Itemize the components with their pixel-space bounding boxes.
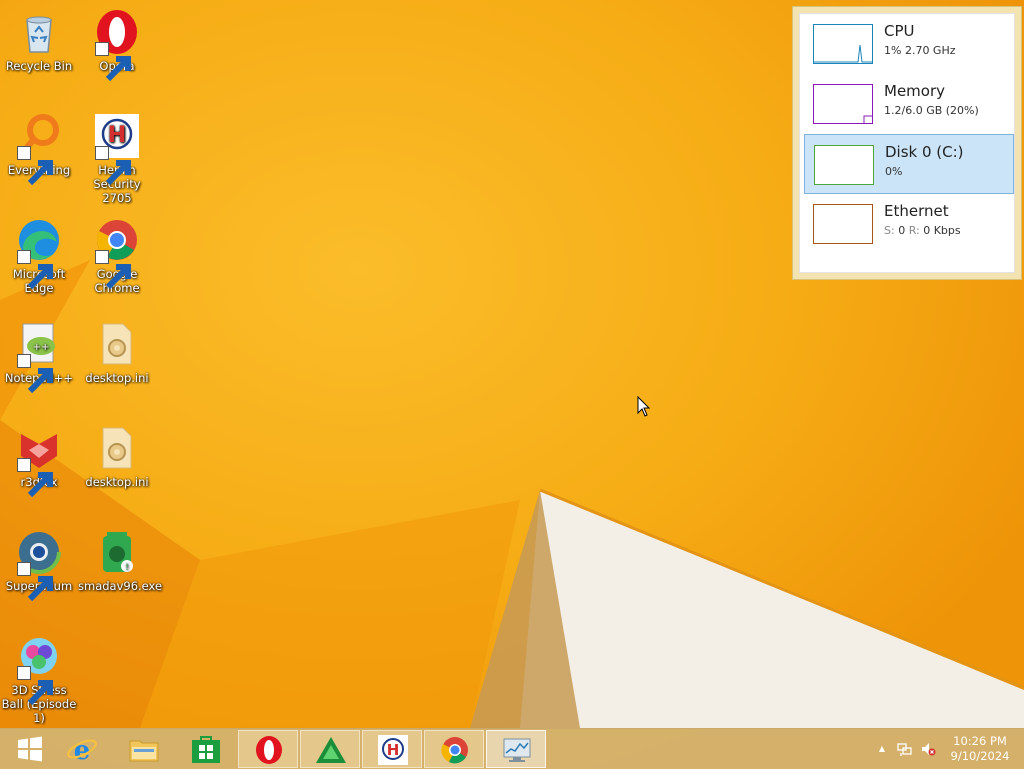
shortcut-arrow-icon [17,458,53,498]
desktop-icon-label: Recycle Bin [5,59,73,73]
disk-graph [814,145,874,185]
opera-icon [256,736,282,764]
desktop-icon-r3dfox[interactable]: r3dfox [0,424,78,498]
desktop-icon-google-chrome[interactable]: Google Chrome [78,216,156,295]
performance-list: CPU 1% 2.70 GHz Memory 1.2/6.0 GB (20%) … [799,13,1015,273]
ethernet-graph [813,204,873,244]
desktop-icon-desktop-ini-2[interactable]: desktop.ini [78,424,156,489]
cpu-graph [813,24,873,64]
taskbar-smadav[interactable] [300,730,360,768]
start-button[interactable] [0,730,60,768]
send-value: 0 [898,224,906,237]
clock-time: 10:26 PM [953,734,1007,748]
ini-file-icon [93,320,141,368]
svg-text:H: H [387,741,400,759]
perf-item-value: S: 0 R: 0 Kbps [884,224,961,237]
hemin-security-icon: H [378,735,408,765]
perf-item-value: 0% [885,165,903,178]
shortcut-arrow-icon [17,250,53,290]
desktop-icon-everything[interactable]: Everything [0,112,78,186]
performance-summary-panel: CPU 1% 2.70 GHz Memory 1.2/6.0 GB (20%) … [792,6,1022,280]
perf-item-title: Disk 0 (C:) [885,143,964,161]
edge-icon [15,216,63,290]
taskbar-chrome[interactable] [424,730,484,768]
taskbar-file-explorer[interactable] [114,730,174,768]
perf-item-memory[interactable]: Memory 1.2/6.0 GB (20%) [804,74,1014,134]
supermium-icon [15,528,63,602]
perf-item-cpu[interactable]: CPU 1% 2.70 GHz [804,14,1014,74]
perf-item-title: CPU [884,22,915,40]
recycle-bin-icon [15,8,63,56]
desktop-icon-label: desktop.ini [85,371,149,385]
receive-label: R: [908,224,920,237]
network-tray-icon[interactable] [897,741,913,757]
desktop-icon-microsoft-edge[interactable]: Microsoft Edge [0,216,78,295]
taskbar-clock[interactable]: 10:26 PM 9/10/2024 [944,734,1016,764]
desktop-icon-3d-stress-ball[interactable]: 3D Stress Ball (Episode 1) [0,632,78,725]
show-hidden-icons-button[interactable]: ▲ [874,741,890,757]
perf-item-title: Memory [884,82,946,100]
perf-item-disk[interactable]: Disk 0 (C:) 0% [804,134,1014,194]
taskbar-task-manager[interactable] [486,730,546,768]
desktop-icon-label: smadav96.exe [78,579,163,593]
shortcut-arrow-icon [17,666,53,706]
desktop-icon-label: desktop.ini [85,475,149,489]
desktop-icon-hemin-security[interactable]: H Hemin Security 2705 [78,112,156,205]
shortcut-arrow-icon [17,354,53,394]
taskbar: e H ▲ 10:26 PM 9/10/2024 [0,728,1024,769]
perf-item-value: 1.2/6.0 GB (20%) [884,104,979,117]
shortcut-arrow-icon [95,146,131,186]
ini-file-icon [93,424,141,472]
perf-item-title: Ethernet [884,202,949,220]
volume-muted-tray-icon[interactable] [920,741,936,757]
hemin-security-icon: H [93,112,141,186]
svg-text:++: ++ [33,342,50,353]
smadav-icon: ! [93,528,141,576]
stress-ball-icon [15,632,63,706]
chrome-icon [441,737,468,764]
shortcut-arrow-icon [95,250,131,290]
task-manager-icon [503,738,531,762]
desktop-icon-recycle-bin[interactable]: Recycle Bin [0,8,78,73]
opera-icon [93,8,141,82]
desktop-icon-desktop-ini-1[interactable]: desktop.ini [78,320,156,385]
perf-item-value: 1% 2.70 GHz [884,44,956,57]
taskbar-internet-explorer[interactable]: e [52,730,112,768]
desktop-icon-smadav[interactable]: ! smadav96.exe [78,528,162,593]
file-explorer-icon [129,740,159,762]
store-icon [192,736,220,763]
shortcut-arrow-icon [17,146,53,186]
desktop-icon-supermium[interactable]: Supermium [0,528,78,602]
svg-text:H: H [108,123,126,148]
perf-item-ethernet[interactable]: Ethernet S: 0 R: 0 Kbps [804,194,1014,254]
chrome-icon [93,216,141,290]
r3dfox-icon [15,424,63,498]
send-label: S: [884,224,895,237]
chevron-up-icon: ▲ [878,744,886,753]
notepadpp-icon: ++ [15,320,63,394]
memory-graph [813,84,873,124]
windows-start-icon [18,736,42,762]
smadav-taskbar-icon [316,737,346,763]
receive-value: 0 Kbps [923,224,961,237]
clock-date: 9/10/2024 [950,749,1010,763]
taskbar-opera[interactable] [238,730,298,768]
everything-search-icon [15,112,63,186]
shortcut-arrow-icon [95,42,131,82]
desktop-icon-notepadpp[interactable]: ++ Notepad++ [0,320,78,394]
svg-text:!: ! [125,563,129,573]
desktop-icon-opera[interactable]: Opera [78,8,156,82]
taskbar-hemin-security[interactable]: H [362,730,422,768]
shortcut-arrow-icon [17,562,53,602]
mouse-cursor-icon [637,395,651,418]
internet-explorer-icon: e [67,736,97,764]
taskbar-store[interactable] [176,730,236,768]
